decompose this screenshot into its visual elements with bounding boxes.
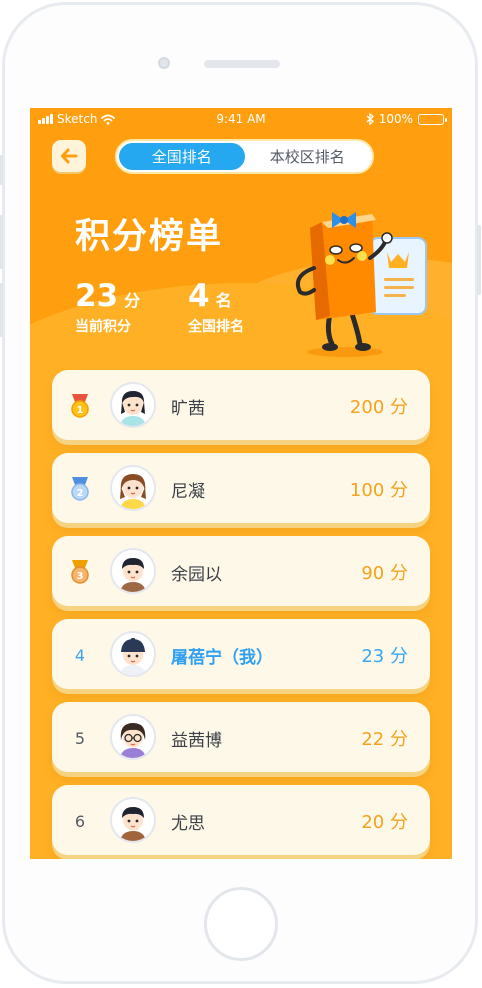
ranking-row[interactable]: 2 尼凝 100 分: [52, 453, 430, 523]
player-name: 尼凝: [171, 482, 205, 502]
national-rank-label: 全国排名: [188, 319, 244, 335]
back-button[interactable]: [52, 140, 86, 172]
boy-avatar-icon: [120, 558, 146, 592]
current-points-stat: 23 分 当前积分: [75, 278, 140, 336]
avatar: [110, 631, 156, 677]
tab-national-ranking[interactable]: 全国排名: [119, 143, 245, 170]
girl-avatar-icon: [120, 391, 146, 426]
avatar: [110, 465, 156, 511]
app-screen: Sketch 9:41 AM 100% 全国排名 本校区排名 积分榜单 23 分 …: [30, 108, 452, 859]
player-name: 余园以: [171, 565, 222, 585]
player-score: 20 分: [361, 812, 408, 833]
bluetooth-icon: [366, 113, 374, 125]
power-button: [477, 225, 481, 295]
player-score: 22 分: [361, 729, 408, 750]
silver-medal-icon: 2: [71, 477, 89, 501]
ranking-row[interactable]: 1 旷茜 200 分: [52, 370, 430, 440]
girl-glasses-avatar-icon: [120, 723, 146, 758]
ranking-row[interactable]: 3 余园以 90 分: [52, 536, 430, 606]
boy-avatar-icon: [120, 807, 146, 841]
medal-number: 2: [77, 488, 84, 499]
rank-number: 6: [74, 811, 86, 831]
national-rank-unit: 名: [215, 291, 232, 310]
medal-number: 3: [77, 571, 84, 582]
player-name: 屠蓓宁（我）: [171, 648, 273, 668]
national-rank-value: 4: [188, 278, 210, 314]
rank-medal: 1: [68, 392, 92, 420]
volume-up-button: [0, 215, 3, 269]
arrow-left-icon: [61, 148, 78, 164]
boy-cap-avatar-icon: [120, 638, 146, 675]
medal-number: 1: [77, 405, 84, 416]
tab-campus-ranking[interactable]: 本校区排名: [245, 143, 371, 170]
battery-percent: 100%: [378, 112, 413, 126]
current-points-value: 23: [75, 278, 119, 314]
ranking-row[interactable]: 6 尤思 20 分: [52, 785, 430, 855]
bronze-medal-icon: 3: [71, 560, 89, 584]
ranking-list: 1 旷茜 200 分 2 尼凝 100 分 3 余园以 90 分 4 屠蓓宁（我…: [52, 370, 430, 859]
battery-icon: [418, 113, 447, 125]
book-mascot-illustration: [295, 212, 427, 357]
volume-down-button: [0, 283, 3, 337]
current-points-label: 当前积分: [75, 319, 131, 335]
player-score: 200 分: [349, 397, 408, 418]
player-score: 90 分: [361, 563, 408, 584]
rank-number: 4: [74, 645, 86, 665]
status-right-group: 100%: [366, 112, 447, 126]
ranking-row-current-user[interactable]: 4 屠蓓宁（我） 23 分: [52, 619, 430, 689]
front-camera: [158, 57, 170, 69]
girl-avatar-icon: [120, 474, 146, 509]
avatar: [110, 548, 156, 594]
gold-medal-icon: 1: [71, 394, 89, 418]
home-button[interactable]: [204, 887, 278, 961]
status-bar: Sketch 9:41 AM 100%: [30, 108, 452, 130]
national-rank-stat: 4名 全国排名: [188, 278, 244, 336]
page-title: 积分榜单: [75, 217, 224, 257]
avatar: [110, 382, 156, 428]
rank-medal: 3: [68, 558, 92, 586]
avatar: [110, 797, 156, 843]
player-name: 益茜博: [171, 731, 222, 751]
ranking-row[interactable]: 5 益茜博 22 分: [52, 702, 430, 772]
avatar: [110, 714, 156, 760]
player-score: 100 分: [349, 480, 408, 501]
ranking-scope-tabs: 全国排名 本校区排名: [115, 139, 374, 174]
player-name: 旷茜: [171, 399, 205, 419]
rank-medal: 2: [68, 475, 92, 503]
rank-number: 5: [74, 728, 86, 748]
earpiece-speaker: [204, 60, 280, 68]
player-score: 23 分: [361, 646, 408, 667]
player-name: 尤思: [171, 814, 205, 834]
current-points-unit: 分: [124, 291, 141, 310]
mute-switch: [0, 155, 3, 185]
